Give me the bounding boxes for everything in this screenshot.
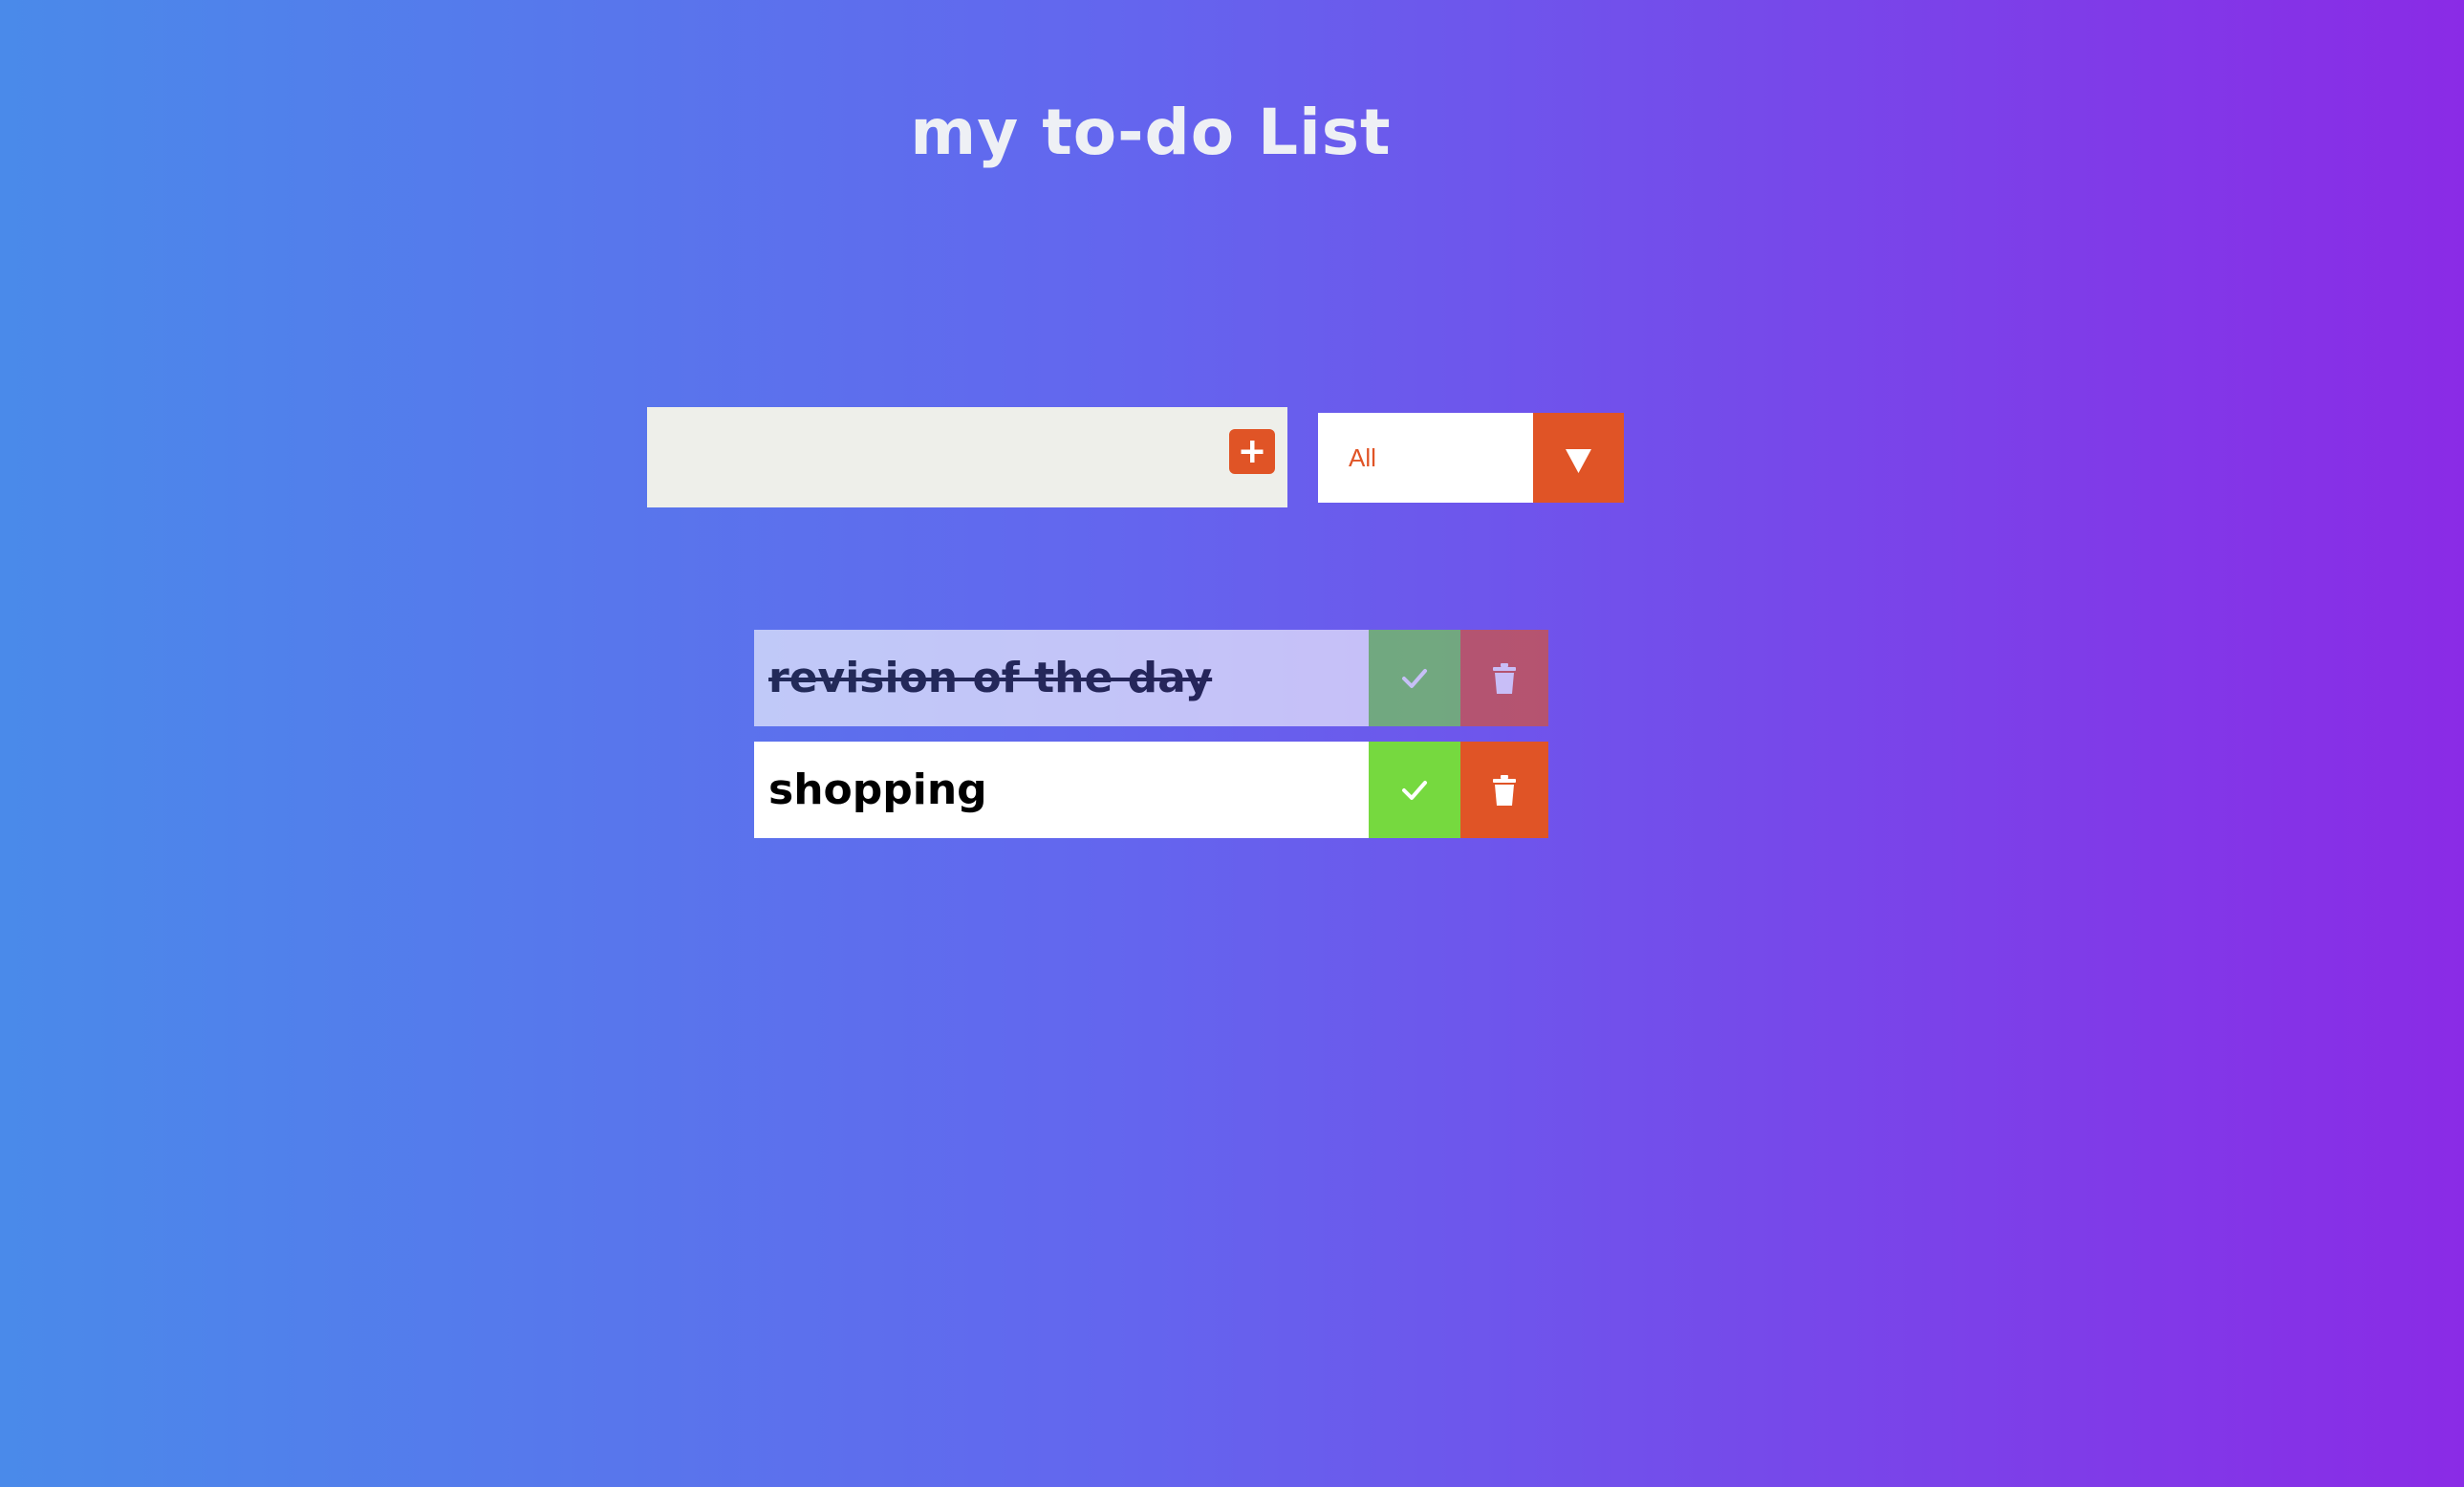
delete-button[interactable]: [1460, 742, 1548, 838]
todo-text: revision of the day: [768, 654, 1213, 702]
page-title: my to-do List: [910, 96, 1392, 169]
todo-item: revision of the day: [754, 630, 1548, 726]
check-icon: [1402, 780, 1427, 800]
todo-input[interactable]: [647, 407, 1221, 507]
trash-icon: [1493, 662, 1516, 694]
plus-icon: [1241, 441, 1264, 463]
filter-select[interactable]: All: [1318, 413, 1624, 503]
todo-text: shopping: [768, 765, 987, 814]
filter-selected-value: All: [1349, 443, 1376, 472]
check-icon: [1402, 668, 1427, 688]
todo-list: revision of the day shopping: [754, 630, 1548, 853]
add-todo-button[interactable]: [1229, 429, 1275, 474]
delete-button[interactable]: [1460, 630, 1548, 726]
todo-item: shopping: [754, 742, 1548, 838]
caret-down-icon: [1566, 449, 1591, 473]
add-todo-form: [647, 407, 1287, 507]
trash-icon: [1493, 774, 1516, 806]
complete-button[interactable]: [1369, 630, 1460, 726]
complete-button[interactable]: [1369, 742, 1460, 838]
filter-dropdown-button[interactable]: [1533, 413, 1624, 503]
